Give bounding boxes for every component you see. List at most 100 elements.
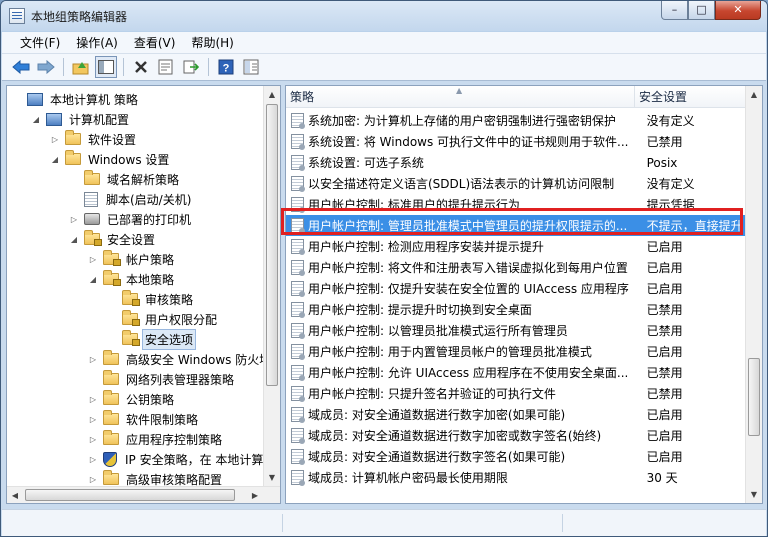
tree-item[interactable]: ◢ 计算机配置	[30, 109, 131, 129]
tree-item-label: 计算机配置	[69, 112, 130, 127]
tree-item[interactable]: ▷ 软件设置	[49, 129, 138, 149]
tree-item[interactable]: 脚本(启动/关机)	[68, 189, 193, 209]
up-folder-icon[interactable]	[70, 56, 92, 78]
tree-vertical-scrollbar[interactable]: ▲ ▼	[263, 86, 280, 503]
toolbar-separator	[123, 58, 124, 76]
list-vertical-scrollbar[interactable]: ▲ ▼	[745, 86, 762, 503]
tree-scroll-thumb[interactable]	[266, 104, 278, 386]
forward-arrow-icon[interactable]	[35, 56, 57, 78]
minimize-button[interactable]: –	[661, 1, 688, 20]
policy-icon	[291, 344, 305, 360]
delete-icon[interactable]	[130, 56, 152, 78]
collapsed-arrow-icon[interactable]: ▷	[68, 215, 80, 224]
scroll-right-arrow-icon[interactable]: ▶	[247, 487, 263, 503]
tree-item[interactable]: ▷ 帐户策略	[87, 249, 176, 269]
policy-row[interactable]: 用户帐户控制: 提示提升时切换到安全桌面 已禁用	[286, 299, 747, 320]
tree-item[interactable]: ▷ 应用程序控制策略	[87, 429, 224, 449]
tree-item[interactable]: 安全选项	[106, 328, 197, 350]
scroll-up-arrow-icon[interactable]: ▲	[746, 86, 762, 103]
tree-item[interactable]: ◢ 本地策略	[87, 269, 176, 289]
tree-item[interactable]: 网络列表管理器策略	[87, 369, 236, 389]
policy-row[interactable]: 域成员: 对安全通道数据进行数字签名(如果可能) 已启用	[286, 446, 747, 467]
collapsed-arrow-icon[interactable]: ▷	[87, 415, 99, 424]
policy-name: 用户帐户控制: 标准用户的提升提示行为	[308, 198, 520, 212]
policy-row[interactable]: 用户帐户控制: 检测应用程序安装并提示提升 已启用	[286, 236, 747, 257]
tree-hscroll-thumb[interactable]	[25, 489, 235, 501]
policy-row[interactable]: 以安全描述符定义语言(SDDL)语法表示的计算机访问限制 没有定义	[286, 173, 747, 194]
policy-row[interactable]: 系统设置: 可选子系统 Posix	[286, 152, 747, 173]
policy-row[interactable]: 用户帐户控制: 只提升签名并验证的可执行文件 已禁用	[286, 383, 747, 404]
column-header-policy-label: 策略	[290, 90, 315, 104]
tree-item[interactable]: 域名解析策略	[68, 169, 181, 189]
tree-item[interactable]: 审核策略	[106, 289, 195, 309]
scroll-down-arrow-icon[interactable]: ▼	[264, 469, 280, 486]
policy-row[interactable]: 用户帐户控制: 管理员批准模式中管理员的提升权限提示的... 不提示，直接提升	[286, 215, 747, 236]
tree-item[interactable]: ▷ 软件限制策略	[87, 409, 200, 429]
security-setting-value: 已启用	[646, 429, 683, 443]
title-bar[interactable]: 本地组策略编辑器 – □ ✕	[1, 1, 767, 31]
maximize-button[interactable]: □	[688, 1, 715, 20]
status-divider	[562, 514, 563, 532]
export-list-icon[interactable]	[180, 56, 202, 78]
tree-item[interactable]: ◢ Windows 设置	[49, 149, 171, 169]
tree-item-label: 软件设置	[88, 132, 137, 147]
collapsed-arrow-icon[interactable]: ▷	[87, 395, 99, 404]
policy-row[interactable]: 系统加密: 为计算机上存储的用户密钥强制进行强密钥保护 没有定义	[286, 110, 747, 131]
tree-item[interactable]: ◢ 安全设置	[68, 229, 157, 249]
scroll-left-arrow-icon[interactable]: ◀	[7, 487, 23, 503]
security-setting-value: 没有定义	[646, 177, 695, 191]
close-button[interactable]: ✕	[715, 1, 761, 20]
expanded-arrow-icon[interactable]: ◢	[87, 275, 99, 284]
policy-row[interactable]: 用户帐户控制: 允许 UIAccess 应用程序在不使用安全桌面... 已禁用	[286, 362, 747, 383]
column-header-policy[interactable]: ▲ 策略	[286, 86, 635, 108]
menu-bar: 文件(F) 操作(A) 查看(V) 帮助(H)	[2, 32, 766, 54]
tree-item[interactable]: 用户权限分配	[106, 309, 219, 329]
collapsed-arrow-icon[interactable]: ▷	[87, 475, 99, 484]
policy-row[interactable]: 域成员: 对安全通道数据进行数字加密或数字签名(始终) 已启用	[286, 425, 747, 446]
lock-folder-icon	[122, 290, 140, 306]
expanded-arrow-icon[interactable]: ◢	[30, 115, 42, 124]
policy-row[interactable]: 域成员: 对安全通道数据进行数字加密(如果可能) 已启用	[286, 404, 747, 425]
policy-row[interactable]: 用户帐户控制: 用于内置管理员帐户的管理员批准模式 已启用	[286, 341, 747, 362]
policy-row[interactable]: 用户帐户控制: 仅提升安装在安全位置的 UIAccess 应用程序 已启用	[286, 278, 747, 299]
column-header-setting[interactable]: 安全设置	[635, 86, 747, 108]
menu-help[interactable]: 帮助(H)	[183, 34, 241, 51]
policy-row[interactable]: 系统设置: 将 Windows 可执行文件中的证书规则用于软件... 已禁用	[286, 131, 747, 152]
tree-item[interactable]: 本地计算机 策略	[11, 89, 140, 109]
security-setting-value: Posix	[646, 155, 678, 170]
tree-item[interactable]: ▷ 已部署的打印机	[68, 209, 193, 229]
policy-row[interactable]: 用户帐户控制: 将文件和注册表写入错误虚拟化到每用户位置 已启用	[286, 257, 747, 278]
collapsed-arrow-icon[interactable]: ▷	[49, 135, 61, 144]
extended-view-icon[interactable]	[240, 56, 262, 78]
tree-item[interactable]: ▷ IP 安全策略，在 本地计算机	[87, 449, 277, 469]
scroll-up-arrow-icon[interactable]: ▲	[264, 86, 280, 103]
expanded-arrow-icon[interactable]: ◢	[49, 155, 61, 164]
tree-item[interactable]: ▷ 公钥策略	[87, 389, 176, 409]
security-setting-value: 30 天	[646, 471, 678, 485]
collapsed-arrow-icon[interactable]: ▷	[87, 435, 99, 444]
menu-action[interactable]: 操作(A)	[68, 34, 126, 51]
policy-row[interactable]: 域成员: 计算机帐户密码最长使用期限 30 天	[286, 467, 747, 488]
show-hide-tree-icon[interactable]	[95, 56, 117, 78]
policy-name: 用户帐户控制: 检测应用程序安装并提示提升	[308, 240, 544, 254]
collapsed-arrow-icon[interactable]: ▷	[87, 355, 99, 364]
help-icon[interactable]: ?	[215, 56, 237, 78]
tree-horizontal-scrollbar[interactable]: ◀ ▶	[7, 486, 280, 503]
tree-item[interactable]: ▷ 高级安全 Windows 防火墙	[87, 349, 273, 369]
collapsed-arrow-icon[interactable]: ▷	[87, 455, 99, 464]
menu-file[interactable]: 文件(F)	[12, 34, 68, 51]
policy-name: 以安全描述符定义语言(SDDL)语法表示的计算机访问限制	[308, 177, 615, 191]
back-arrow-icon[interactable]	[10, 56, 32, 78]
folder-icon	[65, 130, 81, 145]
list-scroll-thumb[interactable]	[748, 358, 760, 436]
menu-view[interactable]: 查看(V)	[126, 34, 184, 51]
policy-row[interactable]: 用户帐户控制: 以管理员批准模式运行所有管理员 已禁用	[286, 320, 747, 341]
console-tree-pane[interactable]: 本地计算机 策略 ◢ 计算机配置 ▷ 软件设置 ◢ Windows 设置 域名解析策略 脚本(启…	[6, 85, 281, 504]
expanded-arrow-icon[interactable]: ◢	[68, 235, 80, 244]
security-setting-value: 没有定义	[646, 114, 695, 128]
properties-icon[interactable]	[155, 56, 177, 78]
scroll-down-arrow-icon[interactable]: ▼	[746, 486, 762, 503]
policy-list-pane[interactable]: ▲ 策略 安全设置 系统加密: 为计算机上存储的用户密钥强制进行强密钥保护 没有定…	[285, 85, 763, 504]
collapsed-arrow-icon[interactable]: ▷	[87, 255, 99, 264]
policy-row[interactable]: 用户帐户控制: 标准用户的提升提示行为 提示凭据	[286, 194, 747, 215]
